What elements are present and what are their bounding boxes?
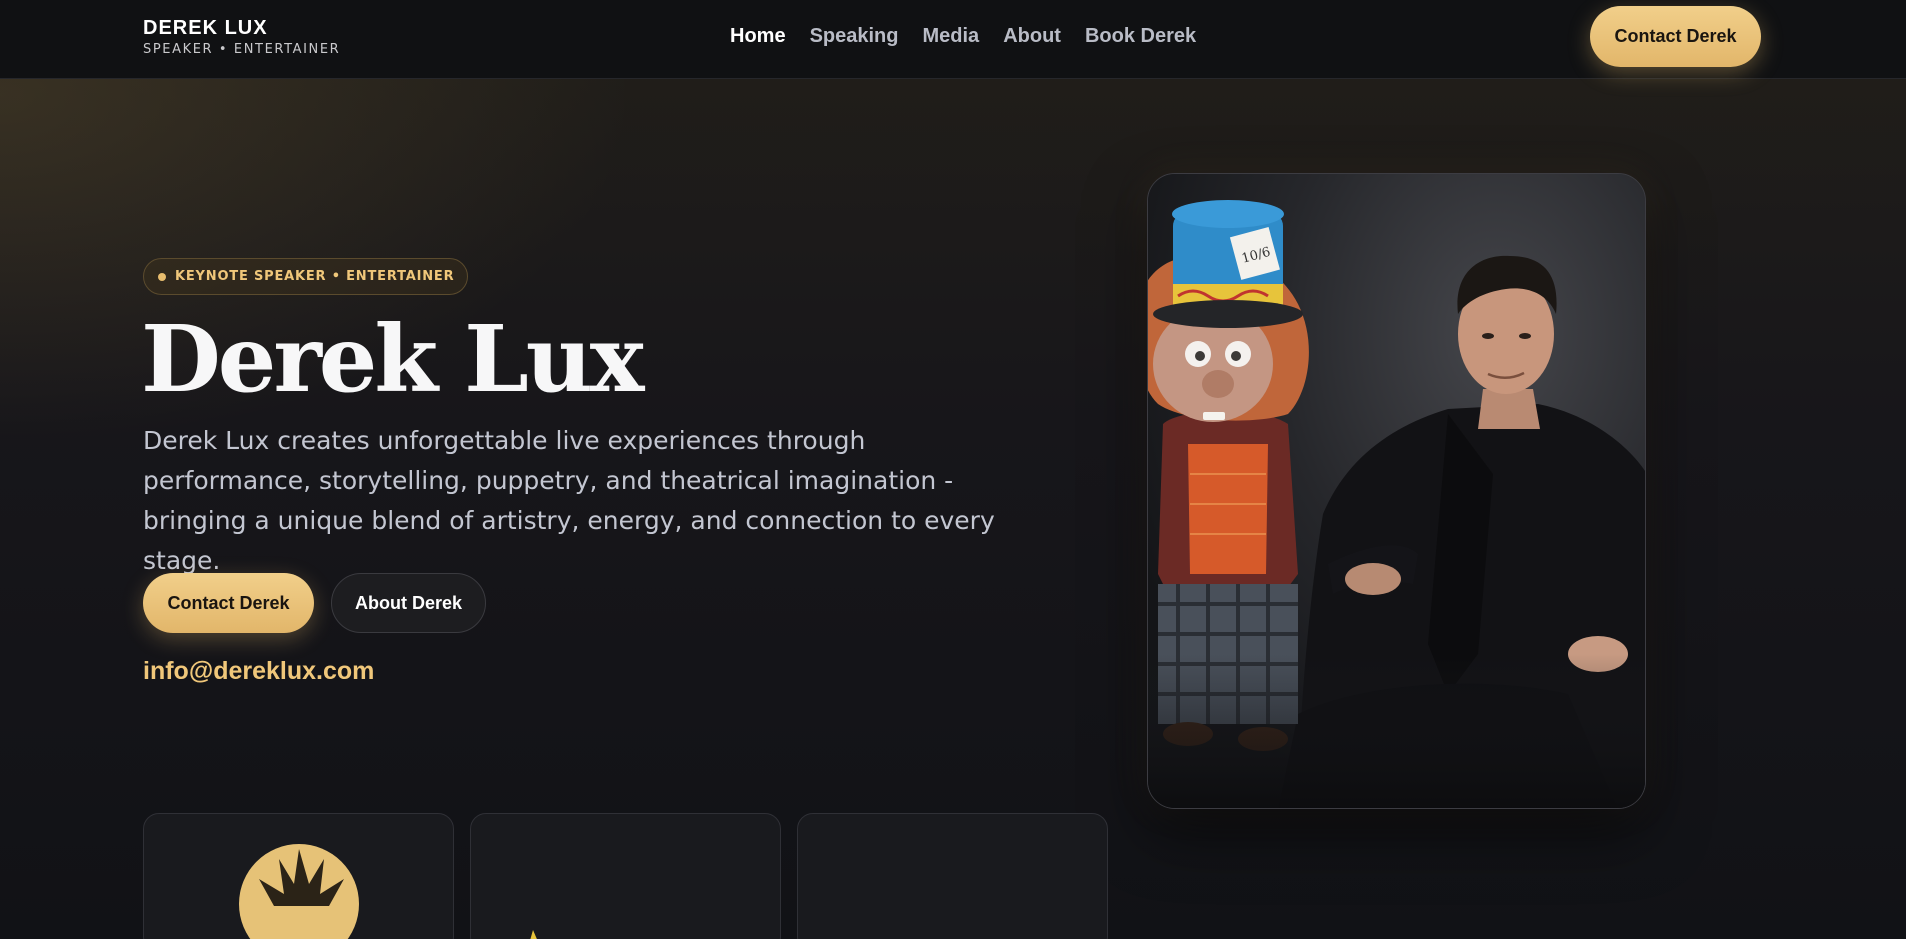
brand-name: DEREK LUX — [143, 17, 268, 39]
feature-card-2[interactable] — [470, 813, 781, 939]
nav-link-home[interactable]: Home — [730, 25, 786, 48]
hero-section: KEYNOTE SPEAKER • ENTERTAINER Derek Lux … — [0, 79, 1906, 939]
hero-photo: 10/6 — [1147, 173, 1646, 809]
star-icon — [530, 930, 537, 939]
contact-derek-button[interactable]: Contact Derek — [143, 573, 314, 633]
email-link[interactable]: info@dereklux.com — [143, 657, 374, 686]
hero-title: Derek Lux — [141, 305, 645, 413]
nav-link-book-derek[interactable]: Book Derek — [1085, 25, 1196, 48]
nav-link-speaking[interactable]: Speaking — [810, 25, 899, 48]
hero-description: Derek Lux creates unforgettable live exp… — [143, 426, 995, 575]
brand-logo[interactable]: DEREK LUX SPEAKER • ENTERTAINER — [143, 17, 340, 57]
role-badge: KEYNOTE SPEAKER • ENTERTAINER — [143, 258, 469, 295]
badge-text: KEYNOTE SPEAKER • ENTERTAINER — [175, 269, 455, 284]
feature-card-3[interactable] — [797, 813, 1108, 939]
main-nav: Home Speaking Media About Book Derek — [730, 25, 1196, 48]
nav-link-about[interactable]: About — [1003, 25, 1061, 48]
top-navbar: DEREK LUX SPEAKER • ENTERTAINER Home Spe… — [0, 0, 1906, 79]
brand-tagline: SPEAKER • ENTERTAINER — [143, 42, 341, 57]
nav-link-media[interactable]: Media — [923, 25, 980, 48]
feature-card-1[interactable] — [143, 813, 454, 939]
badge-dot-icon — [158, 272, 166, 281]
nav-contact-button[interactable]: Contact Derek — [1590, 6, 1761, 67]
about-derek-button[interactable]: About Derek — [331, 573, 486, 633]
performer-with-puppet-illustration: 10/6 — [1148, 174, 1645, 808]
gold-seal-icon — [239, 844, 359, 939]
